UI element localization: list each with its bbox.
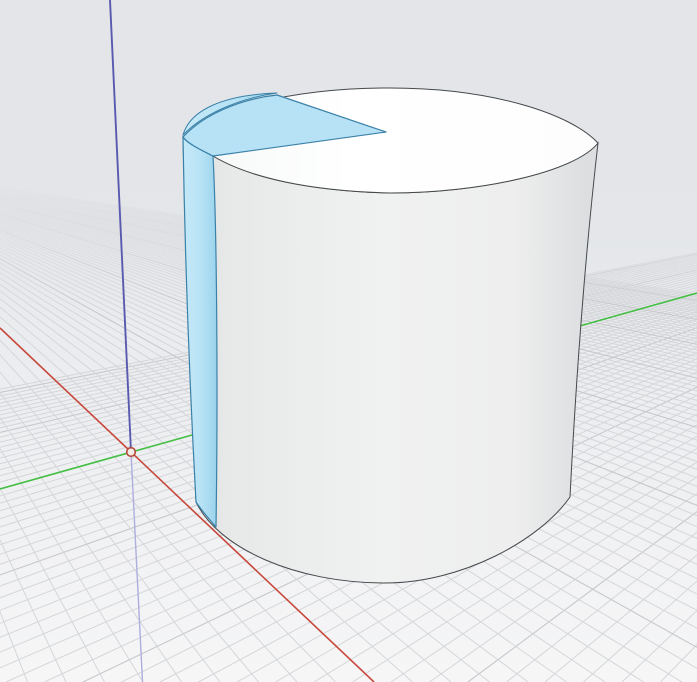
cylinder-side-face[interactable]: [183, 137, 598, 583]
cylinder-model[interactable]: [183, 88, 598, 583]
origin-marker: [127, 448, 136, 457]
viewport-canvas[interactable]: [0, 0, 697, 682]
scene-3d[interactable]: [0, 0, 697, 682]
